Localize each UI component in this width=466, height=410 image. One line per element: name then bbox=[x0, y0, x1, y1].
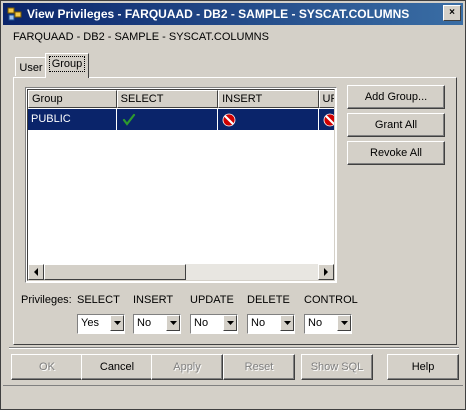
arrow-left-icon bbox=[34, 268, 38, 276]
column-header-update[interactable]: UP bbox=[318, 90, 334, 108]
status-bar bbox=[3, 385, 463, 406]
deny-icon bbox=[323, 113, 334, 127]
insert-privilege-value: No bbox=[137, 317, 152, 329]
update-dropdown-button[interactable] bbox=[223, 315, 237, 331]
select-privilege-label: SELECT bbox=[77, 294, 120, 306]
insert-privilege-label: INSERT bbox=[133, 294, 174, 306]
delete-privilege-value: No bbox=[251, 317, 266, 329]
control-privilege-dropdown[interactable]: No bbox=[304, 314, 352, 334]
separator bbox=[9, 347, 459, 349]
app-icon bbox=[7, 7, 22, 21]
arrow-right-icon bbox=[324, 268, 328, 276]
reset-button[interactable]: Reset bbox=[223, 354, 295, 380]
update-privilege-label: UPDATE bbox=[190, 294, 234, 306]
control-dropdown-button[interactable] bbox=[337, 315, 351, 331]
select-privilege-value: Yes bbox=[81, 317, 99, 329]
control-privilege-label: CONTROL bbox=[304, 294, 358, 306]
view-privileges-window: View Privileges - FARQUAAD - DB2 - SAMPL… bbox=[0, 0, 466, 410]
cell-insert bbox=[218, 109, 319, 130]
chevron-down-icon bbox=[284, 321, 291, 325]
select-privilege-dropdown[interactable]: Yes bbox=[77, 314, 125, 334]
privileges-label: Privileges: bbox=[21, 294, 72, 306]
cancel-button[interactable]: Cancel bbox=[81, 354, 153, 380]
tab-group[interactable]: Group bbox=[45, 53, 89, 78]
close-button[interactable]: × bbox=[443, 5, 461, 21]
help-button[interactable]: Help bbox=[387, 354, 459, 380]
update-privilege-value: No bbox=[194, 317, 209, 329]
chevron-down-icon bbox=[341, 321, 348, 325]
add-group-button[interactable]: Add Group... bbox=[347, 85, 445, 109]
column-header-select[interactable]: SELECT bbox=[116, 90, 219, 108]
check-icon bbox=[122, 113, 135, 126]
select-dropdown-button[interactable] bbox=[110, 315, 124, 331]
update-privilege-dropdown[interactable]: No bbox=[190, 314, 238, 334]
delete-privilege-dropdown[interactable]: No bbox=[247, 314, 295, 334]
window-title: View Privileges - FARQUAAD - DB2 - SAMPL… bbox=[27, 7, 410, 21]
object-path: FARQUAAD - DB2 - SAMPLE - SYSCAT.COLUMNS bbox=[13, 31, 269, 43]
chevron-down-icon bbox=[114, 321, 121, 325]
chevron-down-icon bbox=[227, 321, 234, 325]
table-header: Group SELECT INSERT UP bbox=[28, 90, 334, 108]
control-privilege-value: No bbox=[308, 317, 323, 329]
scroll-left-button[interactable] bbox=[28, 264, 44, 280]
insert-dropdown-button[interactable] bbox=[166, 315, 180, 331]
title-bar[interactable]: View Privileges - FARQUAAD - DB2 - SAMPL… bbox=[3, 3, 463, 25]
tab-user-label: User bbox=[19, 62, 43, 74]
delete-privilege-label: DELETE bbox=[247, 294, 290, 306]
group-privileges-table: Group SELECT INSERT UP PUBLIC bbox=[25, 87, 337, 283]
column-header-group[interactable]: Group bbox=[28, 90, 117, 108]
column-header-insert[interactable]: INSERT bbox=[218, 90, 319, 108]
delete-dropdown-button[interactable] bbox=[280, 315, 294, 331]
cell-select bbox=[117, 109, 219, 130]
tab-group-label: Group bbox=[48, 56, 86, 72]
grant-all-button[interactable]: Grant All bbox=[347, 113, 445, 137]
insert-privilege-dropdown[interactable]: No bbox=[133, 314, 181, 334]
cell-group: PUBLIC bbox=[28, 109, 117, 130]
revoke-all-button[interactable]: Revoke All bbox=[347, 141, 445, 165]
tab-user[interactable]: User bbox=[15, 57, 47, 76]
scrollbar-thumb[interactable] bbox=[44, 264, 186, 280]
horizontal-scrollbar[interactable] bbox=[28, 264, 334, 280]
scroll-right-button[interactable] bbox=[318, 264, 334, 280]
table-row[interactable]: PUBLIC bbox=[28, 109, 334, 130]
cell-update bbox=[319, 109, 334, 130]
chevron-down-icon bbox=[170, 321, 177, 325]
apply-button[interactable]: Apply bbox=[151, 354, 223, 380]
show-sql-button[interactable]: Show SQL bbox=[301, 354, 373, 380]
deny-icon bbox=[222, 113, 236, 127]
ok-button[interactable]: OK bbox=[11, 354, 83, 380]
